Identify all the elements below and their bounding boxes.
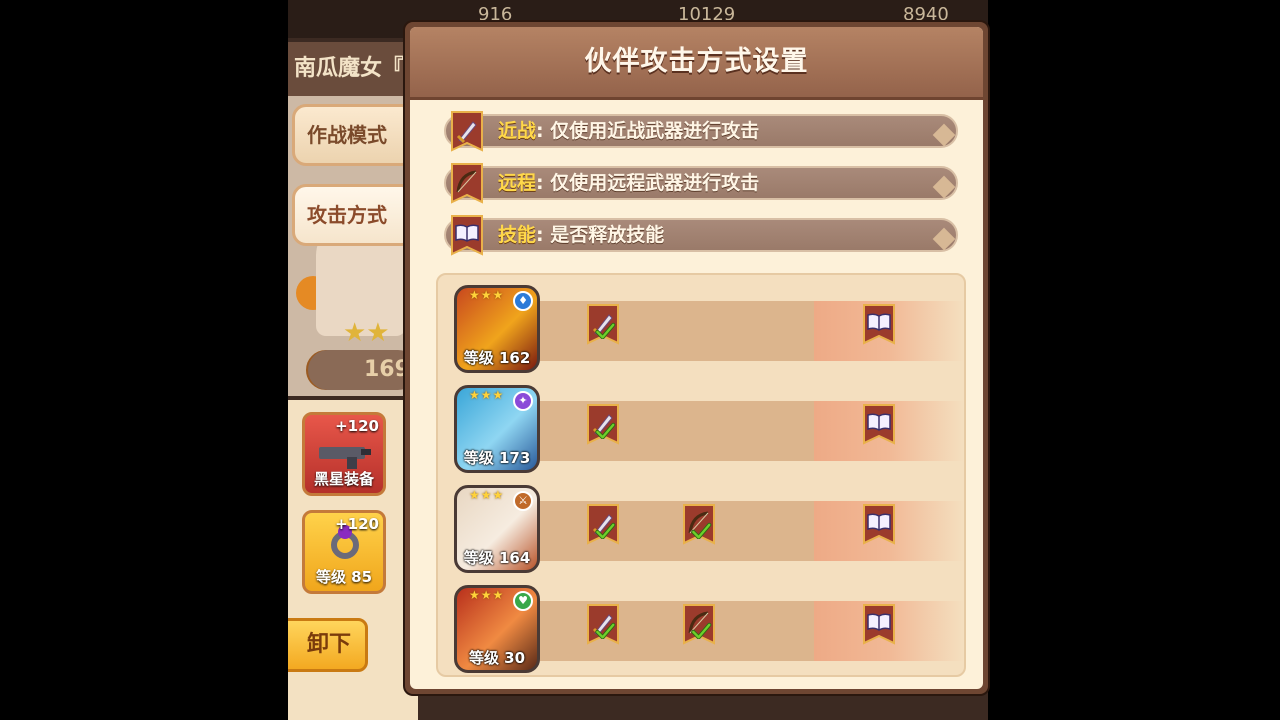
- legend-text: 近战: 仅使用近战武器进行攻击: [498, 114, 759, 148]
- skill-book-icon: [450, 214, 484, 258]
- check-icon: [595, 322, 616, 339]
- equipment-plus: +120: [335, 417, 379, 435]
- dialog-body: 伙伴攻击方式设置 近战: 仅使用近战武器进行攻击 远程: 仅使用远程武器进行攻击…: [410, 27, 983, 689]
- partner-row: ★★★ ♦ 等级 162: [438, 281, 964, 377]
- legend-keyword: 远程: [498, 172, 537, 194]
- skill-book-icon: [863, 604, 895, 645]
- partner-row: ★★★ ⚔ 等级 164: [438, 481, 964, 577]
- skill-book-icon: [863, 404, 895, 445]
- equipment-label: 等级 85: [315, 568, 373, 586]
- legend-colon: :: [536, 224, 544, 246]
- skill-book-icon: [863, 304, 895, 345]
- sword-icon: [450, 110, 484, 154]
- check-icon: [595, 522, 616, 539]
- melee-toggle[interactable]: [586, 503, 620, 547]
- equipment-plus: +120: [335, 515, 379, 533]
- check-icon: [595, 422, 616, 439]
- legend-melee: 近战: 仅使用近战武器进行攻击: [436, 110, 966, 152]
- legend-keyword: 近战: [498, 120, 537, 142]
- rarity-stars-icon: ★★★: [469, 288, 505, 302]
- rarity-stars-icon: ★★★: [469, 588, 505, 602]
- skill-toggle[interactable]: [862, 403, 896, 447]
- partner-row: ★★★ ✦ 等级 173: [438, 381, 964, 477]
- legend-text: 远程: 仅使用远程武器进行攻击: [498, 166, 759, 200]
- skill-toggle[interactable]: [862, 603, 896, 647]
- unload-button[interactable]: 卸下: [288, 618, 368, 672]
- skill-toggle[interactable]: [862, 503, 896, 547]
- header-divider: [410, 97, 983, 100]
- rarity-stars-icon: ★★★: [469, 388, 505, 402]
- partner-avatar[interactable]: ★★★ ⚔ 等级 164: [454, 485, 540, 573]
- legend-description: 是否释放技能: [550, 224, 665, 246]
- equipment-slot[interactable]: +120 等级 85: [302, 510, 386, 594]
- legend-colon: :: [536, 172, 544, 194]
- dialog-title: 伙伴攻击方式设置: [584, 46, 809, 77]
- legend-description: 仅使用近战武器进行攻击: [550, 120, 760, 142]
- legend-colon: :: [536, 120, 544, 142]
- skill-book-icon: [863, 504, 895, 545]
- hero-stars-icon: ★★: [343, 318, 390, 348]
- tab-battle-mode[interactable]: 作战模式: [292, 104, 416, 166]
- partner-level: 等级 164: [463, 549, 531, 567]
- rarity-stars-icon: ★★★: [469, 488, 505, 502]
- sword-icon: ⚔: [513, 491, 533, 511]
- bar-cap: [932, 175, 956, 199]
- legend-keyword: 技能: [498, 224, 537, 246]
- partner-avatar[interactable]: ★★★ ✦ 等级 173: [454, 385, 540, 473]
- equipment-slot[interactable]: +120 黑星装备: [302, 412, 386, 496]
- power-value: 169: [308, 350, 418, 390]
- gun-icon: [319, 447, 371, 469]
- skill-toggle[interactable]: [862, 303, 896, 347]
- attack-mode-dialog: 伙伴攻击方式设置 近战: 仅使用近战武器进行攻击 远程: 仅使用远程武器进行攻击…: [405, 22, 988, 694]
- ranged-toggle[interactable]: [682, 603, 716, 647]
- equipment-label: 黑星装备: [313, 470, 374, 488]
- partner-level: 等级 173: [463, 449, 531, 467]
- check-icon: [595, 622, 616, 639]
- check-icon: [691, 522, 712, 539]
- bar-cap: [932, 227, 956, 251]
- bar-cap: [932, 123, 956, 147]
- bow-icon: [450, 162, 484, 206]
- partner-level: 等级 162: [463, 349, 531, 367]
- partner-row: ★★★ ♥ 等级 30: [438, 581, 964, 677]
- partner-list: ★★★ ♦ 等级 162 ★★★ ✦ 等级 173 ★★★ ⚔ 等级 164 ★★★ ♥ 等级 30: [436, 273, 966, 677]
- legend-skill: 技能: 是否释放技能: [436, 214, 966, 256]
- check-icon: [691, 622, 712, 639]
- equipment-area: +120 黑星装备 +120 等级 85: [288, 400, 418, 720]
- legend-ranged: 远程: 仅使用远程武器进行攻击: [436, 162, 966, 204]
- melee-toggle[interactable]: [586, 303, 620, 347]
- tab-attack-mode[interactable]: 攻击方式: [292, 184, 416, 246]
- legend-description: 仅使用远程武器进行攻击: [550, 172, 760, 194]
- legend-text: 技能: 是否释放技能: [498, 218, 664, 252]
- ranged-toggle[interactable]: [682, 503, 716, 547]
- melee-toggle[interactable]: [586, 603, 620, 647]
- partner-avatar[interactable]: ★★★ ♦ 等级 162: [454, 285, 540, 373]
- partner-avatar[interactable]: ★★★ ♥ 等级 30: [454, 585, 540, 673]
- shield-icon: ♦: [513, 291, 533, 311]
- partner-level: 等级 30: [468, 649, 526, 667]
- magic-icon: ✦: [513, 391, 533, 411]
- heal-icon: ♥: [513, 591, 533, 611]
- melee-toggle[interactable]: [586, 403, 620, 447]
